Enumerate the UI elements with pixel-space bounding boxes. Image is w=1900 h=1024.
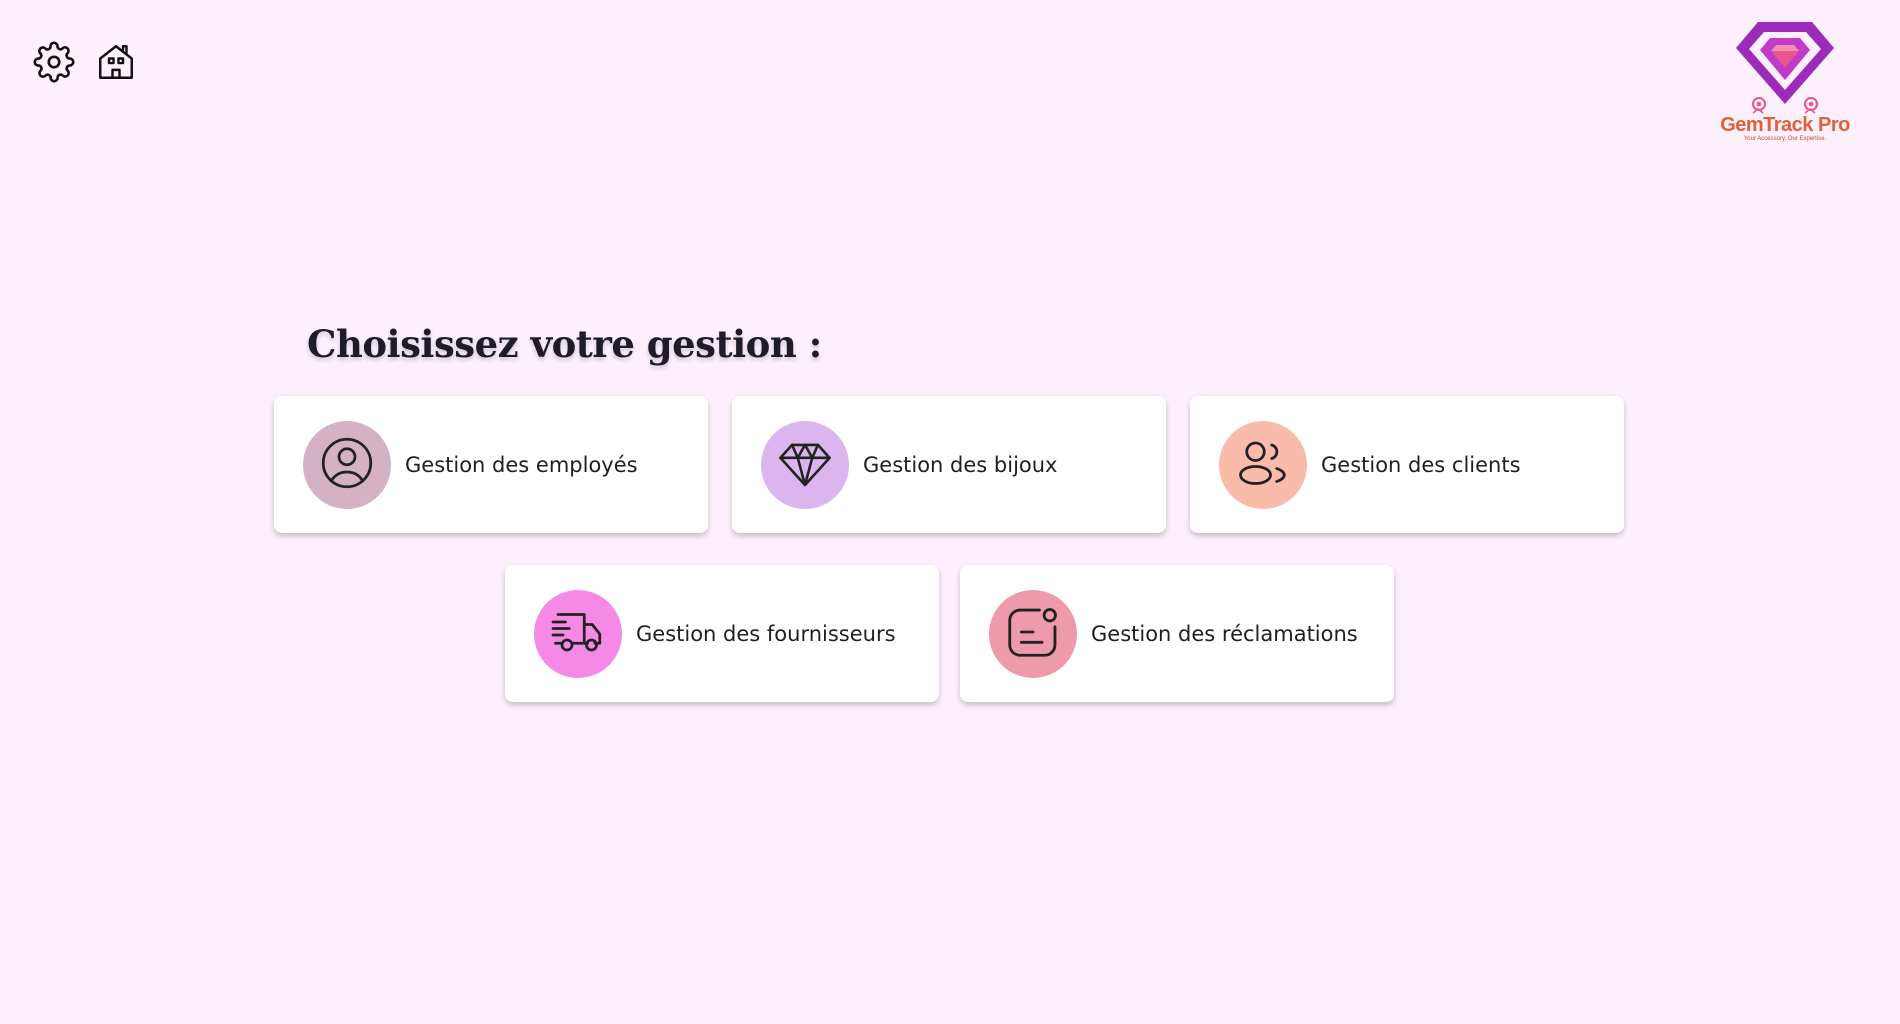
card-jewelry[interactable]: Gestion des bijoux — [732, 396, 1166, 533]
brand-logo: GemTrack Pro Your Accessory, Our Experti… — [1710, 18, 1860, 146]
card-icon-circle — [534, 589, 622, 678]
card-complaints[interactable]: Gestion des réclamations — [960, 565, 1394, 702]
brand-name: GemTrack Pro — [1720, 114, 1850, 136]
home-icon — [95, 41, 137, 87]
card-suppliers[interactable]: Gestion des fournisseurs — [505, 565, 939, 702]
card-icon-circle — [303, 420, 391, 509]
users-icon — [1233, 433, 1293, 497]
card-label: Gestion des réclamations — [1091, 621, 1358, 646]
card-label: Gestion des bijoux — [863, 452, 1058, 477]
card-clients[interactable]: Gestion des clients — [1190, 396, 1624, 533]
gem-logo-icon — [1736, 22, 1834, 114]
card-icon-circle — [1219, 420, 1307, 509]
card-label: Gestion des clients — [1321, 452, 1521, 477]
page-title: Choisissez votre gestion : — [307, 322, 822, 366]
diamond-icon — [774, 432, 836, 498]
settings-button[interactable] — [32, 41, 76, 87]
card-employees[interactable]: Gestion des employés — [274, 396, 708, 533]
card-label: Gestion des employés — [405, 452, 638, 477]
brand-tagline: Your Accessory, Our Expertise. — [1743, 136, 1827, 142]
truck-icon — [548, 602, 608, 666]
card-icon-circle — [989, 589, 1077, 678]
card-label: Gestion des fournisseurs — [636, 621, 896, 646]
home-button[interactable] — [94, 42, 138, 86]
card-icon-circle — [761, 420, 849, 509]
message-icon — [1002, 601, 1064, 667]
user-icon — [317, 433, 377, 497]
top-toolbar — [32, 41, 138, 87]
gear-icon — [33, 41, 75, 87]
